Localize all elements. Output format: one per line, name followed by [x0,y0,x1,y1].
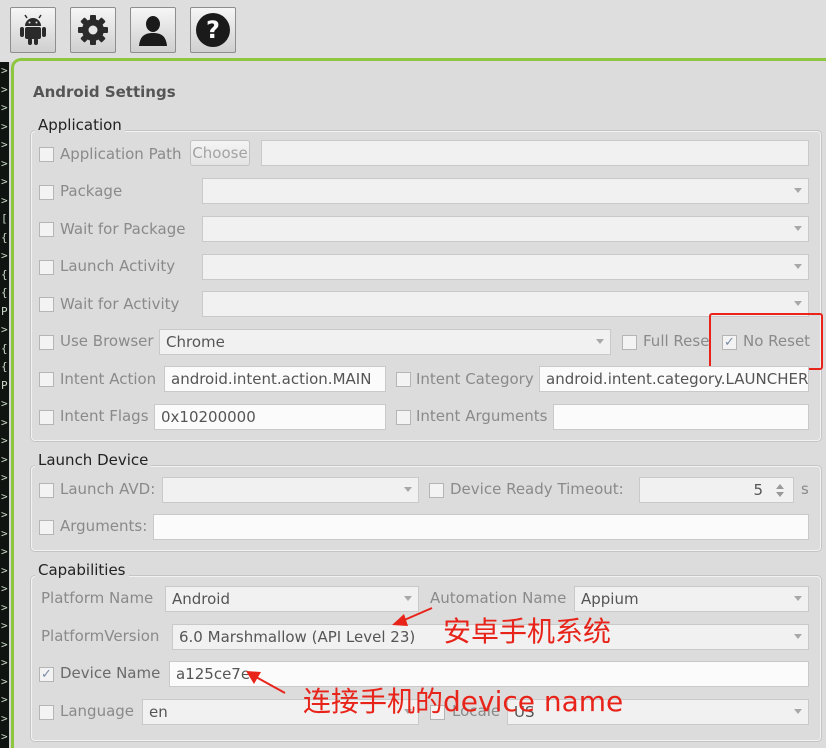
device-name-annotation: 连接手机的device name [303,685,624,718]
os-annotation: 安卓手机系统 [443,615,612,648]
arrow-icon [246,671,286,694]
annotation-arrows [246,607,433,694]
arrow-icon [392,607,433,626]
